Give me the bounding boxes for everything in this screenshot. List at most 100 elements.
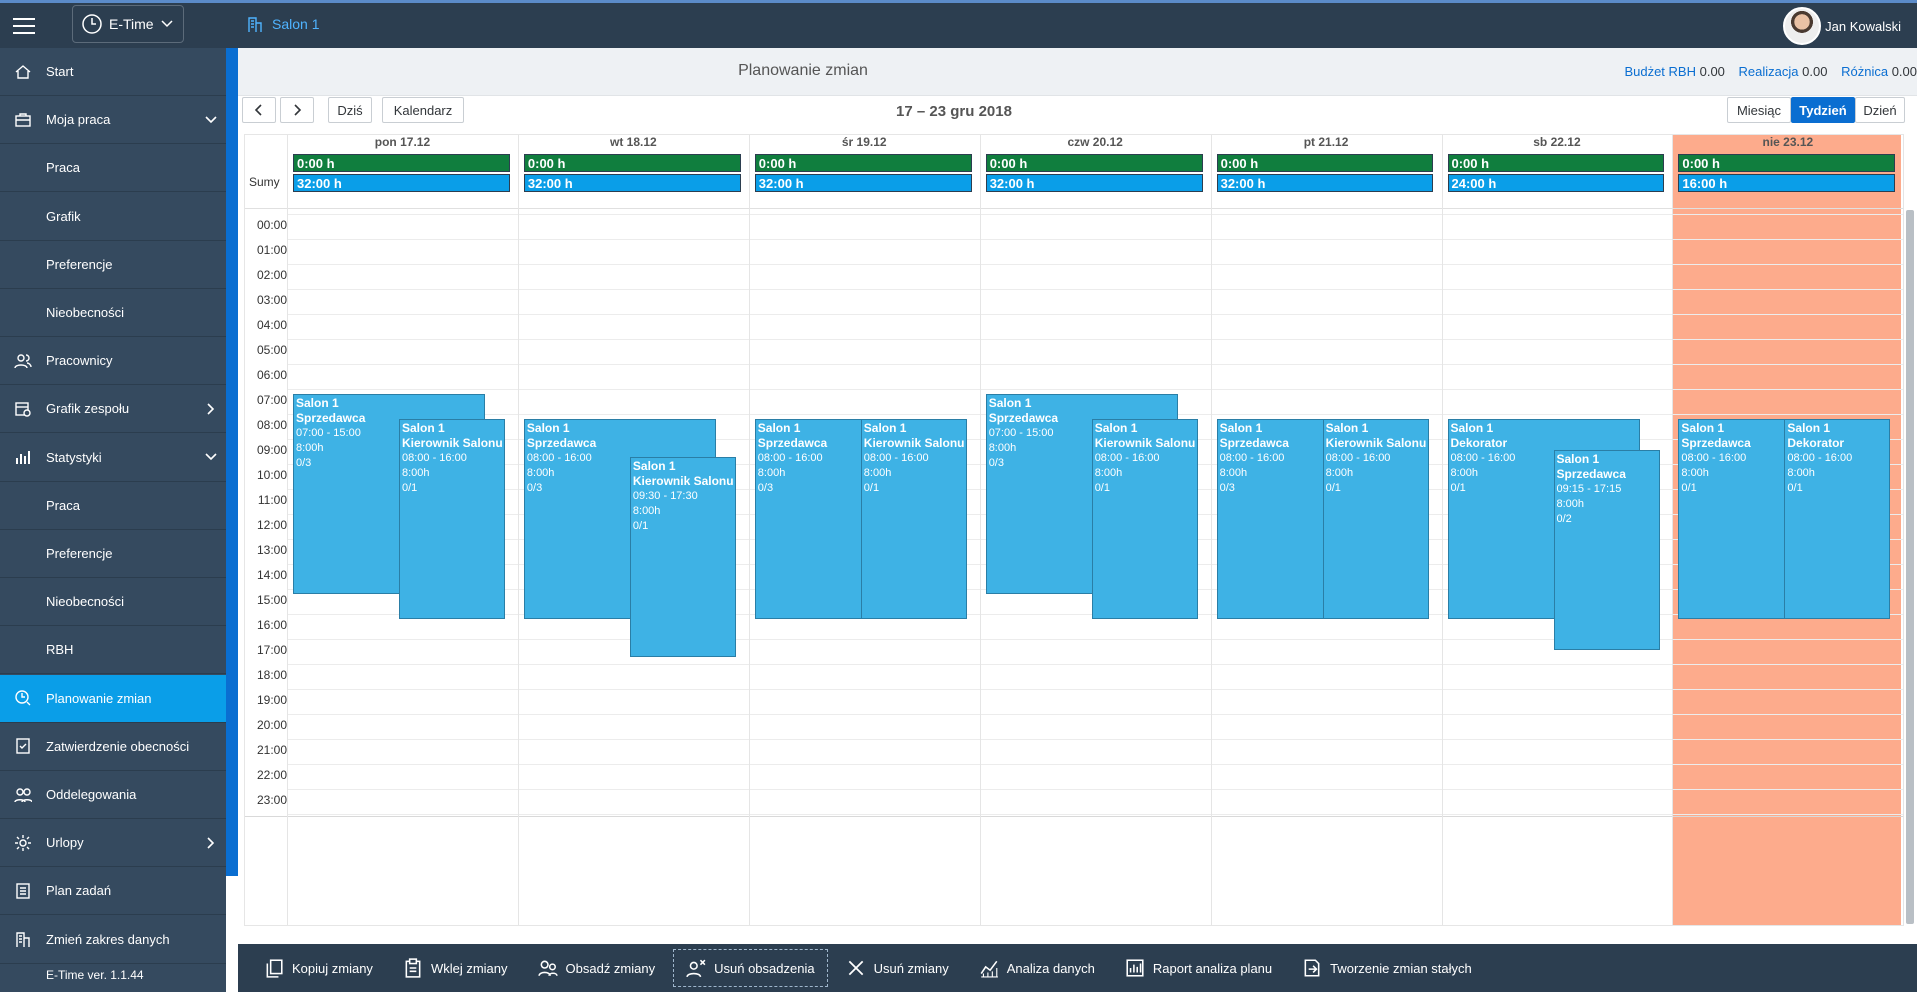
shift-block[interactable]: Salon 1 Kierownik Salonu 08:00 - 16:00 8:00… [1322, 419, 1429, 619]
sidebar-item-oddelegowania[interactable]: Oddelegowania [0, 771, 226, 819]
sidebar-item-preferencje[interactable]: Preferencje [0, 241, 226, 289]
sidebar-item-praca[interactable]: Praca [0, 144, 226, 193]
day-header[interactable]: sb 22.12 [1442, 135, 1673, 153]
shift-role: Kierownik Salonu [402, 436, 503, 450]
day-header[interactable]: pt 21.12 [1211, 135, 1442, 153]
sidebar-item-label: Pracownicy [46, 353, 113, 369]
hour-label: 13:00 [256, 543, 287, 557]
clock-icon [82, 14, 102, 34]
sidebar-item-planowanie-zmian[interactable]: Planowanie zmian [0, 674, 226, 723]
sidebar-icon-wrap [0, 737, 46, 755]
obsadź-zmiany-button[interactable]: Obsadź zmiany [526, 949, 668, 987]
sidebar-item-grafik[interactable]: Grafik [0, 193, 226, 241]
report-icon [1126, 959, 1144, 977]
chevron-right-icon[interactable] [196, 836, 226, 850]
shift-time: 09:30 - 17:30 [632, 489, 698, 502]
shift-staffing: 0/2 [1556, 513, 1572, 526]
sidebar-scrollbar[interactable] [226, 48, 238, 876]
hour-label: 19:00 [256, 693, 287, 707]
day-sum-required: 32:00 h [985, 174, 1203, 192]
usuń-zmiany-button[interactable]: Usuń zmiany [834, 949, 961, 987]
view-tydzień-button[interactable]: Tydzień [1791, 97, 1855, 123]
sidebar-item-statystyki[interactable]: Statystyki [0, 434, 226, 482]
app-switcher[interactable]: E-Time [72, 5, 184, 43]
sum-separator [245, 208, 1904, 209]
day-header[interactable]: śr 19.12 [749, 135, 980, 153]
shift-time: 09:15 - 17:15 [1556, 483, 1622, 496]
shift-block[interactable]: Salon 1 Sprzedawca 09:15 - 17:15 8:00h 0/2 [1553, 450, 1660, 651]
toolbar-button-label: Wklej zmiany [430, 960, 508, 976]
sidebar-item-moja-praca[interactable]: Moja praca [0, 96, 226, 145]
shift-duration: 8:00h [863, 467, 892, 479]
shift-block[interactable]: Salon 1 Kierownik Salonu 08:00 - 16:00 8:00… [399, 419, 505, 619]
sidebar-item-label: Nieobecności [46, 594, 125, 610]
building-icon [248, 17, 262, 32]
shift-block[interactable]: Salon 1 Kierownik Salonu 08:00 - 16:00 8:00… [1091, 419, 1198, 619]
sidebar-icon-wrap [0, 689, 46, 707]
shift-location: Salon 1 [1450, 421, 1494, 435]
shift-block[interactable]: Salon 1 Kierownik Salonu 09:30 - 17:30 8:00… [629, 456, 736, 657]
user-menu[interactable]: Jan Kowalski [1783, 7, 1901, 45]
calendar-scrollbar[interactable] [1906, 210, 1914, 924]
budget-label: Budżet RBH [1624, 64, 1696, 79]
hour-gridline [287, 264, 1904, 265]
sidebar-item-praca[interactable]: Praca [0, 482, 226, 530]
shift-duration: 8:00h [1325, 467, 1354, 479]
day-header[interactable]: wt 18.12 [518, 135, 749, 153]
sidebar-item-label: Preferencje [46, 256, 113, 272]
analiza-danych-button[interactable]: Analiza danych [967, 949, 1107, 987]
day-header[interactable]: nie 23.12 [1672, 135, 1903, 153]
planning-icon [15, 690, 31, 706]
sidebar-item-plan-zadań[interactable]: Plan zadań [0, 867, 226, 916]
difference-label: Różnica [1841, 64, 1889, 79]
sidebar-item-rbh[interactable]: RBH [0, 626, 226, 675]
shift-location: Salon 1 [1556, 452, 1600, 467]
sidebar-item-preferencje[interactable]: Preferencje [0, 530, 226, 578]
sidebar-icon-wrap [0, 448, 46, 466]
day-sum-planned: 0:00 h [754, 154, 972, 172]
kopiuj-zmiany-button[interactable]: Kopiuj zmiany [252, 949, 385, 987]
shift-block[interactable]: Salon 1 Kierownik Salonu 08:00 - 16:00 8:00… [860, 419, 967, 619]
hour-label: 06:00 [256, 368, 287, 382]
sidebar-item-pracownicy[interactable]: Pracownicy [0, 337, 226, 386]
shift-role: Sprzedawca [526, 436, 597, 450]
day-sum-required: 32:00 h [754, 174, 972, 192]
wklej-zmiany-button[interactable]: Wklej zmiany [391, 949, 520, 987]
shift-block[interactable]: Salon 1 Dekorator 08:00 - 16:00 8:00h 0/1 [1784, 419, 1891, 619]
view-miesiąc-button[interactable]: Miesiąc [1727, 97, 1791, 123]
analysis-icon [980, 960, 998, 978]
usuń-obsadzenia-button[interactable]: Usuń obsadzenia [673, 949, 828, 987]
sidebar-item-grafik-zespołu[interactable]: Grafik zespołu [0, 385, 226, 434]
sidebar-item-label: Planowanie zmian [46, 690, 152, 706]
day-sum-planned: 0:00 h [293, 154, 510, 172]
sidebar-item-start[interactable]: Start [0, 48, 226, 96]
tworzenie-zmian-stałych-button[interactable]: Tworzenie zmian stałych [1290, 949, 1484, 987]
hour-label: 09:00 [256, 443, 287, 457]
hour-label: 01:00 [256, 243, 287, 257]
shift-location: Salon 1 [526, 421, 570, 435]
tasks-icon [16, 883, 30, 899]
shift-staffing: 0/1 [402, 482, 418, 494]
hour-gridline [287, 214, 1904, 215]
sidebar-item-nieobecności[interactable]: Nieobecności [0, 289, 226, 337]
chevron-down-icon[interactable] [196, 113, 226, 127]
context-selector[interactable]: Salon 1 [246, 15, 319, 33]
app-version: E-Time ver. 1.1.44 [46, 968, 144, 982]
shift-role: Kierownik Salonu [863, 436, 965, 450]
sidebar-item-zatwierdzenie-obecności[interactable]: Zatwierdzenie obecności [0, 723, 226, 771]
toolbar-button-label: Analiza danych [1006, 960, 1095, 976]
sidebar-item-label: Statystyki [46, 449, 102, 465]
sidebar-item-urlopy[interactable]: Urlopy [0, 819, 226, 868]
view-dzień-button[interactable]: Dzień [1855, 97, 1905, 123]
sidebar-item-nieobecności[interactable]: Nieobecności [0, 578, 226, 627]
user-name: Jan Kowalski [1825, 18, 1901, 34]
raport-analiza-planu-button[interactable]: Raport analiza planu [1113, 949, 1284, 987]
chevron-down-icon[interactable] [196, 450, 226, 464]
day-header[interactable]: czw 20.12 [980, 135, 1211, 153]
chevron-right-icon[interactable] [196, 402, 226, 416]
vacation-icon [15, 834, 31, 851]
building-icon [16, 932, 30, 948]
day-header[interactable]: pon 17.12 [287, 135, 518, 153]
hamburger-menu-icon[interactable] [10, 13, 38, 37]
sidebar-item-zmień-zakres-danych[interactable]: Zmień zakres danych [0, 916, 226, 964]
